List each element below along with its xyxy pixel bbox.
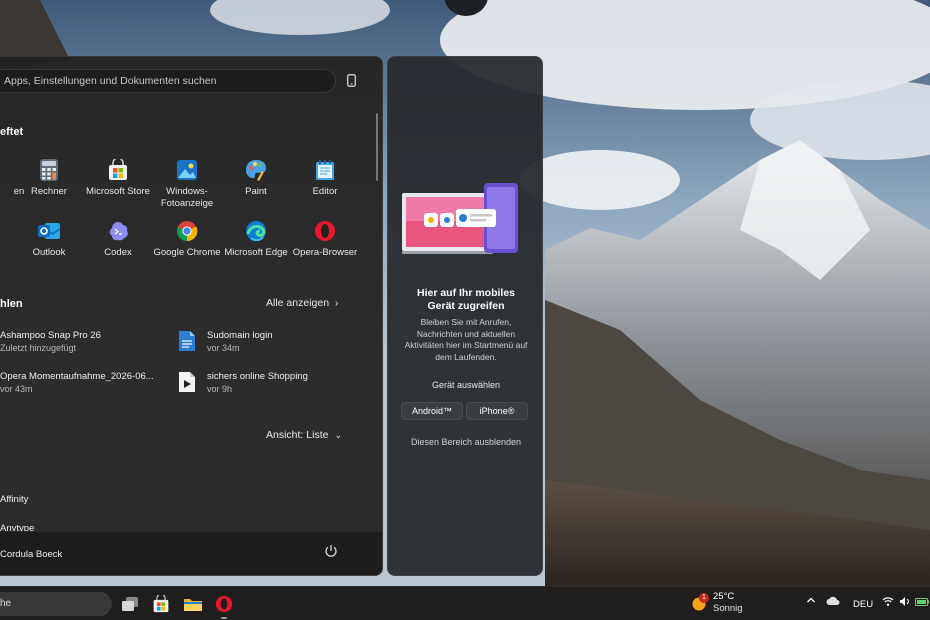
phone-link-illustration: [402, 183, 518, 254]
user-footer: Cordula Boeck: [0, 531, 382, 575]
recommended-item-title: Opera Momentaufnahme_2026-06...: [0, 371, 154, 382]
pinned-app-microsoft-edge[interactable]: Microsoft Edge: [220, 219, 292, 259]
phone-link-panel: Hier auf Ihr mobiles Gerät zugreifen Ble…: [387, 56, 543, 576]
pinned-app-outlook[interactable]: Outlook: [13, 219, 85, 259]
store-icon[interactable]: [151, 594, 171, 614]
opera-icon[interactable]: [214, 594, 234, 614]
recommended-item[interactable]: Opera Momentaufnahme_2026-06... vor 43m: [0, 371, 154, 395]
recommended-item[interactable]: sichers online Shopping vor 9h: [178, 371, 308, 395]
pinned-app-windows-fotoanzeige[interactable]: Windows- Fotoanzeige: [151, 158, 223, 210]
recommended-item-title: Ashampoo Snap Pro 26: [0, 330, 101, 341]
view-mode-dropdown[interactable]: Ansicht: Liste ⌄: [266, 429, 342, 441]
codex-icon: [106, 219, 130, 243]
app-label: Google Chrome: [153, 247, 221, 258]
recommended-item-title: sichers online Shopping: [207, 371, 308, 382]
store-icon: [106, 158, 130, 182]
language-indicator[interactable]: DEU: [853, 599, 873, 610]
show-all-label: Alle anzeigen: [266, 297, 330, 309]
video-file-icon: [178, 371, 196, 393]
recommended-item[interactable]: Ashampoo Snap Pro 26 Zuletzt hinzugefügt: [0, 330, 101, 354]
battery-icon[interactable]: [915, 596, 930, 610]
recommended-item[interactable]: Sudomain login vor 34m: [178, 330, 273, 354]
app-label: Codex: [104, 247, 132, 258]
show-hidden-icons-button[interactable]: [806, 595, 816, 608]
android-button[interactable]: Android™: [401, 402, 463, 420]
weather-temp: 25°C: [713, 591, 735, 602]
phone-link-button[interactable]: [344, 71, 358, 89]
view-mode-label: Ansicht: Liste: [266, 429, 329, 441]
recommended-item-subtitle: vor 43m: [0, 384, 33, 394]
pinned-app-google-chrome[interactable]: Google Chrome: [151, 219, 223, 259]
recommended-item-subtitle: Zuletzt hinzugefügt: [0, 343, 77, 353]
notepad-icon: [313, 158, 337, 182]
user-name[interactable]: Cordula Boeck: [0, 549, 62, 560]
file-explorer-icon[interactable]: [183, 594, 203, 614]
wifi-icon[interactable]: [882, 596, 894, 610]
phone-icon: [346, 73, 356, 87]
outlook-icon: [37, 219, 61, 243]
edge-icon: [244, 219, 268, 243]
pinned-app-paint[interactable]: Paint: [220, 158, 292, 198]
pinned-app-editor[interactable]: Editor: [289, 158, 361, 198]
app-label: Editor: [312, 186, 338, 197]
app-label: Outlook: [32, 247, 66, 258]
opera-icon: [313, 219, 337, 243]
pinned-app-opera-browser[interactable]: Opera-Browser: [289, 219, 361, 259]
app-label-line2: Fotoanzeige: [160, 198, 214, 209]
chrome-icon: [175, 219, 199, 243]
app-label: Paint: [245, 186, 267, 197]
notification-badge: 1: [699, 593, 709, 603]
task-view-icon[interactable]: [120, 594, 140, 614]
power-icon: [325, 545, 337, 557]
app-label: Microsoft Edge: [224, 247, 288, 258]
recommended-item-subtitle: vor 34m: [207, 343, 240, 353]
phone-panel-title-line2: Gerät zugreifen: [427, 300, 505, 312]
taskbar-search[interactable]: he: [0, 592, 112, 616]
search-input[interactable]: Apps, Einstellungen und Dokumenten suche…: [0, 69, 336, 93]
iphone-button[interactable]: iPhone®: [466, 402, 528, 420]
chevron-right-icon: ›: [335, 297, 339, 309]
photos-icon: [175, 158, 199, 182]
phone-panel-description: Bleiben Sie mit Anrufen, Nachrichten und…: [404, 317, 528, 362]
paint-icon: [244, 158, 268, 182]
weather-widget[interactable]: 1 25°C Sonnig: [691, 591, 743, 615]
start-menu: Apps, Einstellungen und Dokumenten suche…: [0, 56, 383, 576]
power-button[interactable]: [324, 544, 340, 560]
app-label-line1: Windows-: [166, 186, 208, 197]
calculator-icon: [37, 158, 61, 182]
pinned-app-codex[interactable]: Codex: [82, 219, 154, 259]
taskbar: he 1 25°C Sonnig DEU: [0, 586, 930, 620]
app-label: Opera-Browser: [292, 247, 358, 258]
pinned-app-rechner[interactable]: Rechner: [13, 158, 85, 198]
chevron-up-icon: [807, 597, 815, 603]
recommended-item-title: Sudomain login: [207, 330, 273, 341]
pinned-section-title: eftet: [0, 126, 24, 138]
recommended-item-subtitle: vor 9h: [207, 384, 233, 394]
scrollbar[interactable]: [376, 113, 378, 181]
volume-icon[interactable]: [899, 596, 911, 610]
chevron-down-icon: ⌄: [334, 429, 342, 440]
app-label: Microsoft Store: [86, 186, 150, 197]
weather-condition: Sonnig: [713, 603, 743, 614]
phone-panel-title-line1: Hier auf Ihr mobiles: [416, 287, 516, 299]
select-device-label: Gerät auswählen: [431, 380, 501, 390]
show-all-button[interactable]: Alle anzeigen ›: [266, 297, 338, 309]
active-app-indicator: [221, 617, 227, 619]
document-icon: [178, 330, 196, 352]
recommended-section-title: hlen: [0, 298, 23, 310]
hide-area-link[interactable]: Diesen Bereich ausblenden: [388, 437, 544, 447]
app-list-item[interactable]: Affinity: [0, 494, 28, 505]
cloud-icon[interactable]: [826, 596, 840, 609]
pinned-app-microsoft-store[interactable]: Microsoft Store: [82, 158, 154, 198]
phone-panel-title: Hier auf Ihr mobiles Gerät zugreifen: [388, 287, 544, 313]
app-label: Rechner: [31, 186, 67, 197]
